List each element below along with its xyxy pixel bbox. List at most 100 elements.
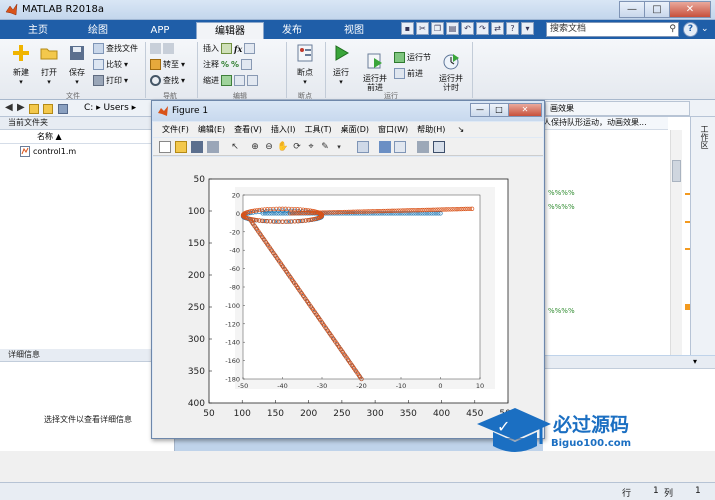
print-button[interactable]: 打印 ▾: [93, 75, 128, 86]
brush-dropdown-icon[interactable]: ▾: [333, 141, 345, 153]
menu-desktop[interactable]: 桌面(D): [341, 122, 369, 137]
percent-braces-icon[interactable]: %: [231, 60, 239, 69]
goto-button[interactable]: 转至 ▾: [150, 59, 185, 70]
tab-home[interactable]: 主页: [18, 22, 58, 39]
colorbar-icon[interactable]: [379, 141, 391, 153]
expand-ribbon-icon[interactable]: ⌄: [701, 24, 709, 34]
undo-quick-icon[interactable]: ↶: [461, 22, 474, 35]
workspace-strip[interactable]: 工作区: [690, 117, 715, 355]
find-button[interactable]: 查找 ▾: [150, 75, 185, 86]
smart-indent-icon[interactable]: [221, 75, 232, 86]
name-column-header[interactable]: 名称 ▲: [0, 131, 175, 144]
increase-indent-icon[interactable]: [234, 75, 245, 86]
run-section-button[interactable]: 运行节: [394, 52, 431, 63]
new-figure-icon[interactable]: [159, 141, 171, 153]
figure-maximize-button[interactable]: □: [489, 103, 509, 117]
path-breadcrumb[interactable]: C: ▸ Users ▸: [84, 103, 136, 113]
quick-dropdown-icon[interactable]: ▾: [521, 22, 534, 35]
breakpoints-button[interactable]: 断点 ▾: [290, 43, 320, 86]
save-button[interactable]: 保存 ▾: [64, 43, 90, 86]
nav-back-button[interactable]: [150, 43, 174, 54]
fx-dropdown-icon[interactable]: [244, 43, 256, 54]
save-figure-icon[interactable]: [191, 141, 203, 153]
hide-plot-tools-icon[interactable]: [417, 141, 429, 153]
inner-x-tick-label: 0: [438, 382, 442, 390]
advance-button[interactable]: 前进: [394, 68, 423, 79]
cut-quick-icon[interactable]: ✂: [416, 22, 429, 35]
figure-logo-icon: [158, 106, 168, 116]
watermark-title: 必过源码: [553, 414, 630, 436]
wrap-icon[interactable]: [241, 59, 253, 70]
trajectory-plot[interactable]: 5010015020025030035040045050050100150200…: [153, 157, 543, 438]
paste-quick-icon[interactable]: ▤: [446, 22, 459, 35]
minimize-button[interactable]: —: [619, 1, 645, 18]
tab-editor[interactable]: 编辑器: [196, 22, 264, 39]
run-button[interactable]: 运行 ▾: [328, 43, 354, 86]
browse-folder-icon[interactable]: [43, 104, 53, 114]
search-docs-input[interactable]: 搜索文档 ⚲: [546, 22, 679, 37]
pointer-icon[interactable]: ↖: [229, 141, 241, 153]
menu-view[interactable]: 查看(V): [234, 122, 262, 137]
indent-label: 缩进: [203, 76, 219, 85]
print-figure-icon[interactable]: [207, 141, 219, 153]
x-tick-label: 300: [367, 409, 384, 419]
copy-quick-icon[interactable]: ❐: [431, 22, 444, 35]
redo-quick-icon[interactable]: ↷: [476, 22, 489, 35]
back-arrow-icon[interactable]: ◀: [5, 102, 13, 113]
menu-file[interactable]: 文件(F): [162, 122, 189, 137]
editor-tab[interactable]: 画效果: [545, 101, 690, 116]
legend-icon[interactable]: [394, 141, 406, 153]
insert-icon: [221, 43, 232, 54]
run-time-button[interactable]: 运行并 计时: [434, 43, 468, 101]
percent-icon[interactable]: %: [221, 60, 229, 69]
figure-minimize-button[interactable]: —: [470, 103, 490, 117]
tab-view[interactable]: 视图: [334, 22, 374, 39]
decrease-indent-icon[interactable]: [247, 75, 258, 86]
find-files-icon: [93, 43, 104, 54]
menu-edit[interactable]: 编辑(E): [198, 122, 225, 137]
forward-arrow-icon[interactable]: ▶: [17, 102, 25, 113]
link-plot-icon[interactable]: [357, 141, 369, 153]
fx-icon[interactable]: fx: [234, 44, 242, 54]
tab-plots[interactable]: 绘图: [78, 22, 118, 39]
editor-scrollbar[interactable]: [670, 130, 682, 355]
close-button[interactable]: ✕: [669, 1, 711, 18]
command-dropdown-icon[interactable]: ▾: [693, 357, 697, 366]
bell-icon[interactable]: ?: [683, 22, 698, 37]
rotate-icon[interactable]: ⟳: [291, 141, 303, 153]
menu-tools[interactable]: 工具(T): [304, 122, 331, 137]
switch-windows-icon[interactable]: ⇄: [491, 22, 504, 35]
tab-apps[interactable]: APP: [140, 22, 180, 39]
brush-icon[interactable]: ✎: [319, 141, 331, 153]
figure-close-button[interactable]: ✕: [508, 103, 542, 117]
zoom-out-icon[interactable]: ⊖: [263, 141, 275, 153]
figure-canvas[interactable]: 5010015020025030035040045050050100150200…: [153, 157, 543, 438]
save-quick-icon[interactable]: ▪: [401, 22, 414, 35]
pan-hand-icon[interactable]: ✋: [277, 141, 289, 153]
show-plot-tools-icon[interactable]: [433, 141, 445, 153]
file-list-item[interactable]: control1.m: [20, 146, 76, 157]
menu-help[interactable]: 帮助(H): [417, 122, 445, 137]
folder-up-icon[interactable]: [29, 104, 39, 114]
find-files-button[interactable]: 查找文件: [93, 43, 138, 54]
maximize-button[interactable]: □: [644, 1, 670, 18]
scrollbar-thumb[interactable]: [672, 160, 681, 182]
indent-button[interactable]: 缩进: [203, 75, 258, 86]
open-file-icon[interactable]: [175, 141, 187, 153]
run-play-icon: [335, 45, 349, 61]
zoom-in-icon[interactable]: ⊕: [249, 141, 261, 153]
compare-button[interactable]: 比较 ▾: [93, 59, 128, 70]
insert-button[interactable]: 插入 fx: [203, 43, 256, 54]
inner-x-tick-label: 10: [476, 382, 484, 390]
data-cursor-icon[interactable]: ⌖: [305, 141, 317, 153]
open-button[interactable]: 打开 ▾: [36, 43, 62, 86]
comment-button[interactable]: 注释%%: [203, 59, 253, 70]
status-bar: 行 1 列 1: [0, 482, 715, 500]
menu-arrow-icon[interactable]: ↘: [457, 122, 464, 137]
tab-publish[interactable]: 发布: [272, 22, 312, 39]
menu-window[interactable]: 窗口(W): [378, 122, 408, 137]
menu-insert[interactable]: 插入(I): [271, 122, 296, 137]
search-icon[interactable]: ⚲: [669, 23, 676, 36]
new-button[interactable]: 新建 ▾: [8, 43, 34, 86]
help-quick-icon[interactable]: ?: [506, 22, 519, 35]
